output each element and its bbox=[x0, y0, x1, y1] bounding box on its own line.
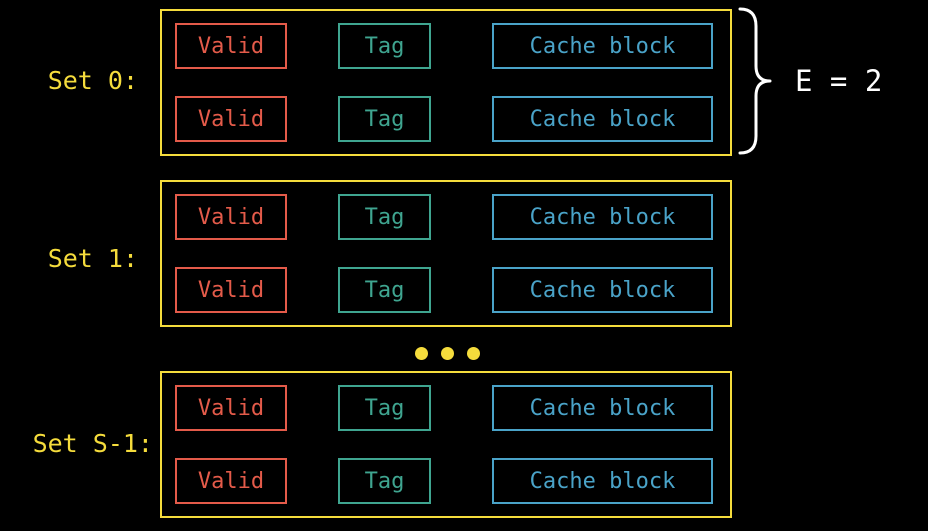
valid-bit: Valid bbox=[175, 385, 287, 431]
valid-bit: Valid bbox=[175, 96, 287, 142]
cache-block: Cache block bbox=[492, 458, 713, 504]
valid-bit: Valid bbox=[175, 267, 287, 313]
cache-block: Cache block bbox=[492, 267, 713, 313]
tag-field: Tag bbox=[338, 96, 431, 142]
set-last: Valid Tag Cache block Valid Tag Cache bl… bbox=[160, 371, 732, 518]
set-1: Valid Tag Cache block Valid Tag Cache bl… bbox=[160, 180, 732, 327]
tag-field: Tag bbox=[338, 385, 431, 431]
tag-field: Tag bbox=[338, 458, 431, 504]
tag-field: Tag bbox=[338, 267, 431, 313]
cache-block: Cache block bbox=[492, 23, 713, 69]
valid-bit: Valid bbox=[175, 194, 287, 240]
tag-field: Tag bbox=[338, 23, 431, 69]
tag-field: Tag bbox=[338, 194, 431, 240]
valid-bit: Valid bbox=[175, 23, 287, 69]
set-0: Valid Tag Cache block Valid Tag Cache bl… bbox=[160, 9, 732, 156]
right-brace-icon bbox=[738, 7, 772, 155]
set-label-0: Set 0: bbox=[47, 66, 138, 95]
set-label-1: Set 1: bbox=[47, 244, 138, 273]
ellipsis-icon bbox=[412, 347, 484, 361]
set-label-last: Set S-1: bbox=[32, 429, 153, 458]
cache-block: Cache block bbox=[492, 96, 713, 142]
lines-per-set-label: E = 2 bbox=[795, 64, 883, 98]
cache-block: Cache block bbox=[492, 194, 713, 240]
cache-block: Cache block bbox=[492, 385, 713, 431]
valid-bit: Valid bbox=[175, 458, 287, 504]
